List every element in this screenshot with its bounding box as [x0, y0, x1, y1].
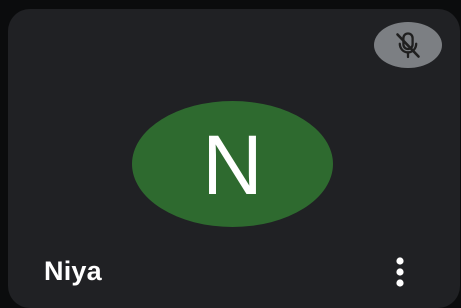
avatar-initial: N	[202, 118, 263, 212]
more-vert-icon	[396, 257, 404, 287]
participant-name: Niya	[44, 256, 102, 286]
mute-indicator	[374, 22, 442, 68]
mic-off-icon	[396, 32, 420, 59]
participant-tile: N Niya	[8, 9, 460, 308]
more-options-button[interactable]	[385, 253, 415, 291]
avatar: N	[132, 101, 333, 227]
